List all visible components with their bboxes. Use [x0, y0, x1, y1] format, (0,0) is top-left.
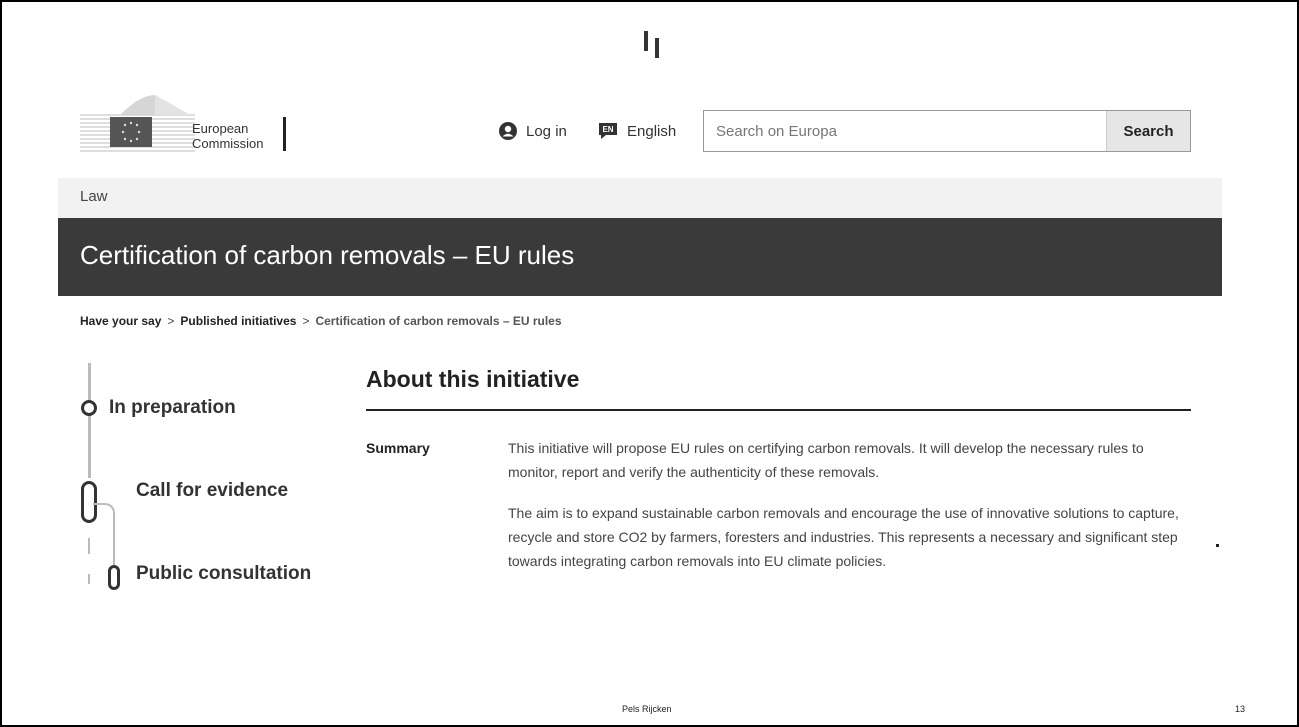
decorative-dot: [1216, 544, 1219, 547]
logo-line-2: Commission: [192, 136, 264, 151]
about-divider: [366, 409, 1191, 411]
summary-paragraph-2: The aim is to expand sustainable carbon …: [508, 505, 1179, 569]
logo-line-1: European: [192, 121, 249, 136]
timeline-stage-call-for-evidence[interactable]: Call for evidence: [136, 480, 288, 502]
logo-text: European Commission: [192, 121, 264, 151]
login-link[interactable]: Log in: [498, 121, 567, 141]
language-icon: EN: [599, 123, 617, 139]
page-title-bar: Certification of carbon removals – EU ru…: [58, 218, 1222, 296]
page-number: 13: [1235, 704, 1246, 714]
section-label: Law: [58, 178, 1222, 218]
footer-text: Pels Rijcken: [622, 704, 672, 714]
summary-paragraph-1: This initiative will propose EU rules on…: [508, 440, 1144, 480]
stage-pill-small-icon: [108, 565, 120, 590]
breadcrumb-published-initiatives[interactable]: Published initiatives: [180, 314, 296, 328]
about-heading: About this initiative: [366, 366, 580, 392]
search-input[interactable]: [704, 111, 1106, 151]
language-code: EN: [602, 125, 613, 134]
login-label: Log in: [526, 122, 567, 140]
logo-stripes-icon: [80, 95, 195, 152]
timeline-stage-public-consultation[interactable]: Public consultation: [136, 563, 311, 585]
timeline-dash: [88, 538, 90, 554]
logo-divider: [283, 117, 286, 151]
european-commission-logo[interactable]: European Commission: [80, 95, 290, 155]
page-title: Certification of carbon removals – EU ru…: [80, 240, 575, 270]
language-selector[interactable]: EN English: [597, 121, 676, 141]
timeline-stage-in-preparation[interactable]: In preparation: [109, 397, 236, 419]
timeline-line: [88, 363, 91, 478]
search-button[interactable]: Search: [1106, 111, 1190, 151]
search-box: Search: [703, 110, 1191, 152]
section-label-text: Law: [80, 188, 108, 205]
user-icon: [499, 122, 517, 140]
timeline-dash: [88, 574, 90, 584]
presentation-logo: [644, 31, 664, 58]
breadcrumb-separator: >: [167, 314, 175, 328]
language-label: English: [627, 122, 677, 140]
timeline-branch: [93, 503, 115, 567]
breadcrumb-current: Certification of carbon removals – EU ru…: [315, 314, 562, 328]
breadcrumb-separator: >: [302, 314, 310, 328]
summary-label: Summary: [366, 440, 430, 456]
breadcrumb: Have your say > Published initiatives > …: [80, 314, 562, 328]
breadcrumb-have-your-say[interactable]: Have your say: [80, 314, 161, 328]
stage-circle-icon: [81, 400, 97, 416]
